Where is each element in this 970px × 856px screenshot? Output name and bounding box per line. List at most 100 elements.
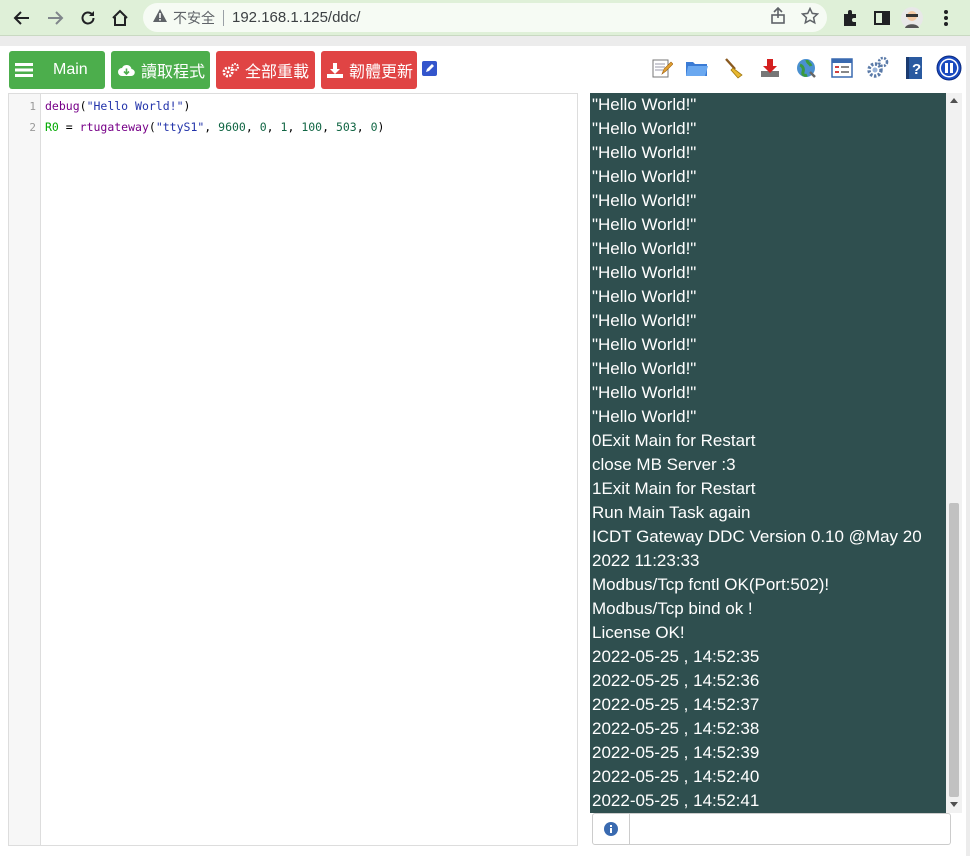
code-token: , — [287, 120, 302, 134]
cloud-download-icon — [118, 64, 135, 77]
info-icon — [604, 822, 618, 836]
globe-network-icon[interactable] — [794, 56, 818, 80]
broom-clear-icon[interactable] — [722, 56, 746, 80]
console-line: "Hello World!" — [592, 239, 697, 258]
console-line: Run Main Task again — [592, 503, 751, 522]
save-download-icon[interactable] — [758, 56, 782, 80]
more-menu-icon[interactable] — [934, 6, 958, 30]
profile-avatar[interactable] — [900, 6, 924, 30]
console-line: "Hello World!" — [592, 287, 697, 306]
edit-pencil-icon[interactable] — [420, 56, 438, 80]
code-token: 503 — [335, 120, 357, 134]
code-token: 100 — [301, 120, 323, 134]
code-token: , — [322, 120, 336, 134]
read-program-label: 讀取程式 — [141, 64, 206, 81]
console-line: Modbus/Tcp bind ok ! — [592, 599, 753, 618]
settings-gears-icon[interactable] — [866, 56, 890, 80]
reload-button[interactable] — [76, 6, 100, 30]
extensions-puzzle-icon[interactable] — [838, 6, 862, 30]
console-line: close MB Server :3 — [592, 455, 736, 474]
home-icon — [112, 9, 128, 26]
back-arrow-icon — [13, 11, 29, 25]
code-token: , — [204, 120, 219, 134]
console-line: "Hello World!" — [592, 407, 697, 426]
firmware-update-button[interactable]: 韌體更新 — [321, 51, 417, 89]
console-line: 2022-05-25 , 14:52:39 — [592, 743, 760, 762]
console-line: 2022-05-25 , 14:52:37 — [592, 695, 760, 714]
list-icon — [15, 63, 33, 77]
code-token: 0 — [370, 120, 378, 134]
pause-icon[interactable] — [936, 55, 962, 81]
console-line: ICDT Gateway DDC Version 0.10 @May 20 — [592, 527, 922, 546]
console-line: "Hello World!" — [592, 95, 697, 114]
console-line: "Hello World!" — [592, 263, 697, 282]
bookmark-star-icon[interactable] — [800, 6, 820, 30]
read-program-button[interactable]: 讀取程式 — [111, 51, 210, 89]
console-output: "Hello World!" "Hello World!" "Hello World… — [590, 93, 946, 813]
share-icon[interactable] — [769, 6, 787, 30]
main-button[interactable]: Main — [9, 51, 105, 89]
console-line: 2022-05-25 , 14:52:40 — [592, 767, 760, 786]
code-line[interactable]: R0 = rtugateway("ttyS1", 9600, 0, 1, 100… — [45, 120, 384, 134]
browser-toolbar: 不安全 192.168.1.125/ddc/ — [0, 0, 970, 36]
console-line: 2022-05-25 , 14:52:36 — [592, 671, 760, 690]
console-line: "Hello World!" — [592, 119, 697, 138]
code-token: rtugateway — [79, 120, 149, 134]
code-token: R0 — [45, 120, 59, 134]
address-bar[interactable]: 不安全 192.168.1.125/ddc/ — [143, 3, 827, 32]
console-line: 2022 11:23:33 — [592, 551, 700, 570]
line-number: 2 — [29, 121, 36, 134]
scroll-down-arrow-icon[interactable] — [950, 802, 958, 807]
notepad-edit-icon[interactable] — [650, 56, 674, 80]
console-line: "Hello World!" — [592, 143, 697, 162]
window-edge — [966, 36, 970, 856]
console-line: 1Exit Main for Restart — [592, 479, 756, 498]
console-line: 2022-05-25 , 14:52:41 — [592, 791, 760, 810]
help-book-icon[interactable]: ? — [902, 56, 926, 80]
forward-arrow-icon — [48, 11, 64, 25]
gears-icon — [222, 62, 239, 78]
command-input[interactable] — [630, 813, 951, 845]
sidepanel-icon[interactable] — [870, 6, 894, 30]
info-button[interactable] — [592, 813, 630, 845]
console-line: "Hello World!" — [592, 215, 697, 234]
code-token: debug — [45, 99, 80, 113]
download-icon — [327, 62, 343, 78]
code-token: "Hello World!" — [86, 99, 184, 113]
console-line: License OK! — [592, 623, 685, 642]
warning-icon — [153, 8, 167, 27]
console-line: "Hello World!" — [592, 191, 697, 210]
console-line: "Hello World!" — [592, 167, 697, 186]
console-line: 2022-05-25 , 14:52:38 — [592, 719, 760, 738]
reload-icon — [81, 11, 95, 25]
form-window-icon[interactable] — [830, 56, 854, 80]
scrollbar-thumb[interactable] — [949, 503, 959, 797]
code-token: , — [245, 120, 260, 134]
reload-all-label: 全部重載 — [245, 64, 310, 81]
reload-all-button[interactable]: 全部重載 — [216, 51, 315, 89]
forward-button[interactable] — [43, 6, 67, 30]
app-toolbar: Main 讀取程式 全部重載 韌體更新 ? — [0, 46, 970, 92]
console-line: Modbus/Tcp fcntl OK(Port:502)! — [592, 575, 830, 594]
code-token: 9600 — [218, 120, 246, 134]
code-line[interactable]: debug("Hello World!") — [45, 99, 190, 113]
separator — [223, 9, 224, 26]
scroll-up-arrow-icon[interactable] — [950, 98, 958, 103]
back-button[interactable] — [10, 6, 34, 30]
svg-text:?: ? — [912, 61, 921, 78]
code-token: ) — [377, 120, 385, 134]
code-token: ) — [183, 99, 191, 113]
line-number: 1 — [29, 100, 36, 113]
code-token: , — [266, 120, 281, 134]
code-editor[interactable]: 12 debug("Hello World!") R0 = rtugateway(… — [8, 93, 578, 846]
home-button[interactable] — [108, 6, 132, 30]
console-line: 0Exit Main for Restart — [592, 431, 756, 450]
insecure-label: 不安全 — [173, 9, 215, 26]
line-number-gutter: 12 — [9, 94, 41, 845]
console-line: 2022-05-25 , 14:52:35 — [592, 647, 760, 666]
open-folder-icon[interactable] — [685, 56, 709, 80]
url-text[interactable]: 192.168.1.125/ddc/ — [232, 9, 360, 26]
console-line: "Hello World!" — [592, 383, 697, 402]
console-scrollbar[interactable] — [946, 93, 962, 813]
main-label: Main — [53, 61, 88, 78]
